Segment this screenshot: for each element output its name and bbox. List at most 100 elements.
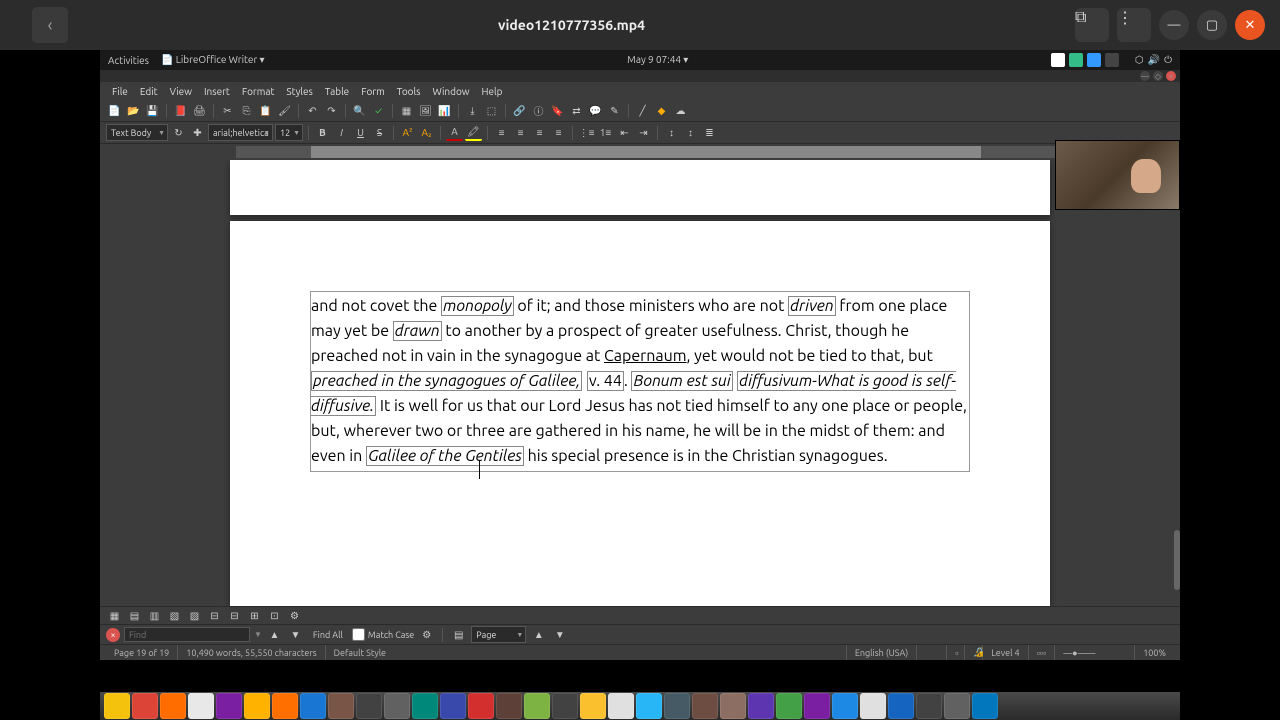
taskbar-app-icon[interactable] [692, 693, 718, 719]
update-style-icon[interactable]: ↻ [170, 124, 187, 141]
taskbar-app-icon[interactable] [888, 693, 914, 719]
close-button[interactable]: ✕ [1235, 10, 1265, 40]
line-icon[interactable]: ╱ [634, 102, 651, 119]
menu-view[interactable]: View [164, 84, 198, 99]
status-style[interactable]: Default Style [326, 645, 847, 660]
tray-icon[interactable] [1069, 53, 1083, 67]
nav-next-icon[interactable]: ▼ [551, 626, 568, 643]
number-list-icon[interactable]: 1≡ [597, 124, 614, 141]
menu-form[interactable]: Form [355, 84, 391, 99]
taskbar-app-icon[interactable] [328, 693, 354, 719]
comment-icon[interactable]: 💬 [587, 102, 604, 119]
status-language[interactable]: English (USA) [847, 645, 917, 660]
find-prev-icon[interactable]: ▲ [266, 626, 283, 643]
taskbar-app-icon[interactable] [244, 693, 270, 719]
taskbar-app-icon[interactable] [356, 693, 382, 719]
taskbar-app-icon[interactable] [552, 693, 578, 719]
bullet-list-icon[interactable]: ⋮≡ [578, 124, 595, 141]
cross-ref-icon[interactable]: ⇄ [568, 102, 585, 119]
row-above-icon[interactable]: ▤ [126, 607, 143, 624]
taskbar-app-icon[interactable] [720, 693, 746, 719]
taskbar-app-icon[interactable] [776, 693, 802, 719]
menu-button[interactable]: ⋮ [1117, 8, 1151, 42]
menu-table[interactable]: Table [319, 84, 355, 99]
taskbar-app-icon[interactable] [496, 693, 522, 719]
taskbar-app-icon[interactable] [188, 693, 214, 719]
justify-icon[interactable]: ≡ [550, 124, 567, 141]
delete-col-icon[interactable]: ⊟ [226, 607, 243, 624]
indent-icon[interactable]: ⇥ [635, 124, 652, 141]
taskbar-app-icon[interactable] [664, 693, 690, 719]
delete-row-icon[interactable]: ⊟ [206, 607, 223, 624]
taskbar-app-icon[interactable] [160, 693, 186, 719]
nav-prev-icon[interactable]: ▲ [530, 626, 547, 643]
cut-icon[interactable]: ✂ [219, 102, 236, 119]
print-icon[interactable]: 🖨 [191, 102, 208, 119]
footnote-icon[interactable]: ⓘ [530, 102, 547, 119]
save-icon[interactable]: 💾 [144, 102, 161, 119]
font-name-combo[interactable]: arial;helvetica▼ [208, 124, 273, 141]
status-signature[interactable]: 🔏 [965, 645, 983, 660]
redo-icon[interactable]: ↷ [323, 102, 340, 119]
menu-insert[interactable]: Insert [198, 84, 236, 99]
bold-icon[interactable]: B [314, 124, 331, 141]
taskbar-app-icon[interactable] [104, 693, 130, 719]
strike-icon[interactable]: S [371, 124, 388, 141]
underline-icon[interactable]: U [352, 124, 369, 141]
status-zoom[interactable]: 100% [1135, 645, 1174, 660]
document-workspace[interactable]: and not covet the monopoly of it; and th… [100, 160, 1180, 606]
merge-icon[interactable]: ⊞ [246, 607, 263, 624]
status-zoom-slider[interactable]: —●—— [1055, 645, 1135, 660]
menu-file[interactable]: File [106, 84, 134, 99]
status-view-layout[interactable]: ▫▫▫ [1029, 645, 1056, 660]
network-icon[interactable]: ⬡ [1135, 54, 1144, 66]
align-center-icon[interactable]: ≡ [512, 124, 529, 141]
power-icon[interactable]: ⏻ [1164, 54, 1172, 66]
col-left-icon[interactable]: ▧ [166, 607, 183, 624]
paste-icon[interactable]: 📋 [257, 102, 274, 119]
taskbar-app-icon[interactable] [580, 693, 606, 719]
new-icon[interactable]: 📄 [106, 102, 123, 119]
export-pdf-icon[interactable]: 📕 [172, 102, 189, 119]
decrease-space-icon[interactable]: ↕ [682, 124, 699, 141]
taskbar-app-icon[interactable] [804, 693, 830, 719]
taskbar-app-icon[interactable] [608, 693, 634, 719]
taskbar-app-icon[interactable] [384, 693, 410, 719]
find-all-button[interactable]: Find All [308, 629, 348, 641]
taskbar-app-icon[interactable] [944, 693, 970, 719]
split-icon[interactable]: ⊡ [266, 607, 283, 624]
optimize-icon[interactable]: ⚙ [286, 607, 303, 624]
match-case-checkbox[interactable]: Match Case [352, 628, 414, 641]
taskbar-app-icon[interactable] [972, 693, 998, 719]
app-indicator[interactable]: 📄 LibreOffice Writer ▾ [161, 54, 265, 66]
table-icon[interactable]: ▦ [398, 102, 415, 119]
row-below-icon[interactable]: ▥ [146, 607, 163, 624]
taskbar-app-icon[interactable] [524, 693, 550, 719]
field-icon[interactable]: ⬚ [483, 102, 500, 119]
tray-icon[interactable] [1051, 53, 1065, 67]
status-wordcount[interactable]: 10,490 words, 55,550 characters [178, 645, 325, 660]
page-break-icon[interactable]: ⤓ [464, 102, 481, 119]
copy-icon[interactable]: ⎘ [238, 102, 255, 119]
taskbar-app-icon[interactable] [832, 693, 858, 719]
find-options-icon[interactable]: ⚙ [418, 626, 435, 643]
menu-window[interactable]: Window [427, 84, 476, 99]
taskbar-app-icon[interactable] [440, 693, 466, 719]
shapes-icon[interactable]: ◆ [653, 102, 670, 119]
align-right-icon[interactable]: ≡ [531, 124, 548, 141]
subscript-icon[interactable]: A₂ [418, 124, 435, 141]
tray-icon[interactable] [1087, 53, 1101, 67]
ruler[interactable] [100, 144, 1180, 160]
find-icon[interactable]: 🔍 [351, 102, 368, 119]
page-current[interactable]: and not covet the monopoly of it; and th… [230, 221, 1050, 606]
text-frame[interactable]: and not covet the monopoly of it; and th… [310, 291, 970, 472]
scrollbar-thumb[interactable] [1174, 530, 1180, 590]
picture-in-picture-button[interactable]: ⧉ [1075, 8, 1109, 42]
maximize-button[interactable]: ▢ [1197, 10, 1227, 40]
chart-icon[interactable]: 📊 [436, 102, 453, 119]
taskbar-app-icon[interactable] [748, 693, 774, 719]
taskbar-app-icon[interactable] [300, 693, 326, 719]
taskbar-app-icon[interactable] [636, 693, 662, 719]
draw-icon[interactable]: ☁ [672, 102, 689, 119]
status-insert-mode[interactable] [917, 645, 947, 660]
